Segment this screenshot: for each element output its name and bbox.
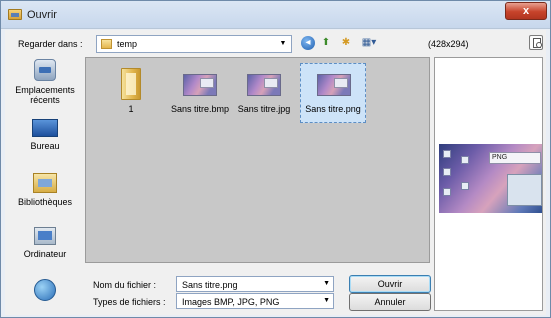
- list-item[interactable]: Sans titre.jpg: [232, 66, 296, 124]
- file-name: Sans titre.jpg: [237, 104, 291, 114]
- open-button[interactable]: Ouvrir: [349, 275, 431, 293]
- place-label: Emplacements récents: [15, 85, 75, 105]
- view-menu-icon[interactable]: ▦▾: [359, 36, 379, 50]
- folder-icon: [121, 68, 141, 100]
- list-item-selected[interactable]: Sans titre.png: [300, 63, 366, 123]
- back-icon[interactable]: ◂: [301, 36, 315, 50]
- preview-window: [507, 174, 542, 206]
- place-label: Bureau: [30, 141, 60, 151]
- file-name-field[interactable]: Sans titre.png ▼: [176, 276, 334, 292]
- desktop-icon: [443, 188, 451, 196]
- dialog-body: Regarder dans : temp ▼ ◂ ⬆ ✱ ▦▾ (428x294…: [5, 30, 546, 315]
- folder-icon: [101, 39, 112, 49]
- computer-icon: [34, 227, 56, 245]
- look-in-value: temp: [117, 39, 138, 49]
- open-dialog: Ouvrir x Regarder dans : temp ▼ ◂ ⬆ ✱ ▦▾…: [0, 0, 551, 318]
- app-icon: [8, 9, 22, 20]
- desktop-icon: [461, 182, 469, 190]
- place-network[interactable]: [8, 279, 82, 301]
- preview-pane: PNG: [434, 57, 543, 311]
- title-bar[interactable]: Ouvrir x: [1, 1, 550, 29]
- place-label: Ordinateur: [23, 249, 67, 259]
- look-in-label: Regarder dans :: [18, 39, 83, 49]
- close-button[interactable]: x: [505, 2, 547, 20]
- image-thumbnail-icon: [183, 74, 217, 96]
- image-thumbnail-icon: [247, 74, 281, 96]
- look-in-dropdown[interactable]: temp ▼: [96, 35, 292, 53]
- place-libraries[interactable]: Bibliothèques: [8, 173, 82, 207]
- network-icon: [34, 279, 56, 301]
- file-name: 1: [128, 104, 134, 114]
- chevron-down-icon[interactable]: ▼: [323, 294, 330, 308]
- file-type-dropdown[interactable]: Images BMP, JPG, PNG ▼: [176, 293, 334, 309]
- window-title: Ouvrir: [27, 9, 57, 21]
- place-desktop[interactable]: Bureau: [8, 119, 82, 151]
- file-list[interactable]: 1 Sans titre.bmp Sans titre.jpg Sans tit…: [85, 57, 430, 263]
- list-item[interactable]: 1: [99, 66, 163, 124]
- up-folder-icon[interactable]: ⬆: [319, 36, 333, 50]
- desktop-icon: [32, 119, 58, 137]
- chevron-down-icon[interactable]: ▼: [277, 36, 289, 52]
- file-type-value: Images BMP, JPG, PNG: [182, 297, 280, 307]
- file-name: Sans titre.bmp: [170, 104, 230, 114]
- desktop-icon: [443, 168, 451, 176]
- chevron-down-icon[interactable]: ▼: [323, 277, 330, 291]
- file-name-label: Nom du fichier :: [93, 280, 157, 290]
- new-folder-icon[interactable]: ✱: [339, 36, 353, 50]
- cancel-button[interactable]: Annuler: [349, 293, 431, 311]
- preview-image: PNG: [439, 144, 542, 213]
- place-label: Bibliothèques: [17, 197, 73, 207]
- libraries-icon: [33, 173, 57, 193]
- place-computer[interactable]: Ordinateur: [8, 227, 82, 259]
- image-thumbnail-icon: [317, 74, 351, 96]
- desktop-icon: [461, 156, 469, 164]
- preview-toggle-icon[interactable]: [529, 35, 543, 50]
- file-type-label: Types de fichiers :: [93, 297, 166, 307]
- list-item[interactable]: Sans titre.bmp: [168, 66, 232, 124]
- places-bar: Emplacements récents Bureau Bibliothèque…: [8, 57, 82, 311]
- recent-places-icon: [34, 59, 56, 81]
- file-name-value: Sans titre.png: [182, 280, 238, 290]
- preview-overlay-text: PNG: [489, 152, 541, 164]
- place-recent[interactable]: Emplacements récents: [8, 59, 82, 105]
- file-name: Sans titre.png: [305, 104, 361, 114]
- image-dimensions: (428x294): [428, 39, 469, 49]
- desktop-icon: [443, 150, 451, 158]
